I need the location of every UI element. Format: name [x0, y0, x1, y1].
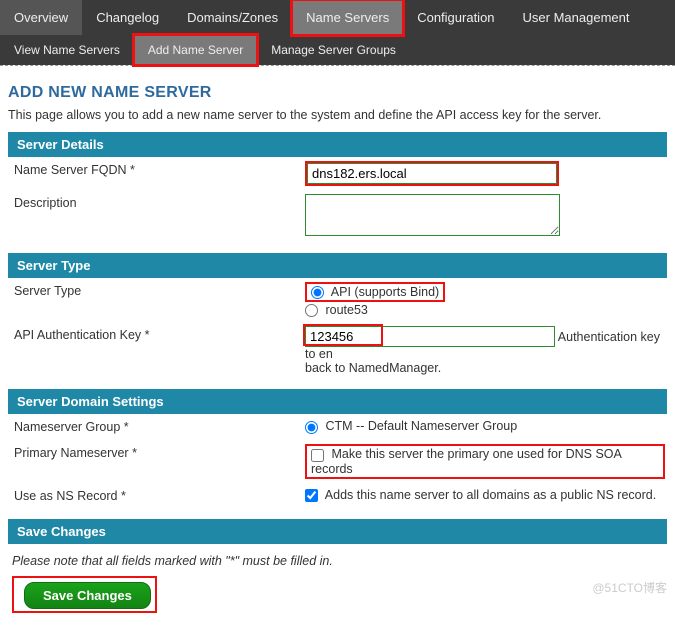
- server-type-api-radio[interactable]: [311, 286, 324, 299]
- server-type-route53-option[interactable]: route53: [305, 302, 665, 318]
- api-key-label: API Authentication Key *: [10, 326, 305, 344]
- primary-ns-option[interactable]: Make this server the primary one used fo…: [311, 446, 621, 476]
- fqdn-label: Name Server FQDN *: [10, 161, 305, 179]
- section-server-details: Server Details: [8, 132, 667, 157]
- nav-domains-zones[interactable]: Domains/Zones: [173, 0, 292, 35]
- description-label: Description: [10, 194, 305, 212]
- nav-overview[interactable]: Overview: [0, 0, 82, 35]
- server-type-route53-radio[interactable]: [305, 304, 318, 317]
- top-nav: Overview Changelog Domains/Zones Name Se…: [0, 0, 675, 65]
- nsgroup-label: Nameserver Group *: [10, 418, 305, 436]
- fqdn-input[interactable]: [307, 163, 557, 184]
- nsgroup-ctm-radio[interactable]: [305, 421, 318, 434]
- nav-primary: Overview Changelog Domains/Zones Name Se…: [0, 0, 675, 35]
- nsgroup-ctm-option[interactable]: CTM -- Default Nameserver Group: [305, 418, 665, 434]
- server-type-api-option[interactable]: API (supports Bind): [307, 284, 443, 300]
- nav-changelog[interactable]: Changelog: [82, 0, 173, 35]
- primary-ns-check-label: Make this server the primary one used fo…: [311, 447, 621, 475]
- subnav-manage-server-groups[interactable]: Manage Server Groups: [257, 35, 410, 65]
- section-server-type: Server Type: [8, 253, 667, 278]
- nsrecord-checkbox[interactable]: [305, 489, 318, 502]
- nsrecord-check-label: Adds this name server to all domains as …: [325, 488, 656, 502]
- description-textarea[interactable]: [305, 194, 560, 236]
- save-changes-button[interactable]: Save Changes: [24, 582, 151, 609]
- api-key-input[interactable]: [305, 326, 555, 347]
- section-domain-settings: Server Domain Settings: [8, 389, 667, 414]
- server-type-api-label: API (supports Bind): [331, 285, 439, 299]
- subnav-view-name-servers[interactable]: View Name Servers: [0, 35, 134, 65]
- nav-configuration[interactable]: Configuration: [403, 0, 508, 35]
- section-save: Save Changes: [8, 519, 667, 544]
- watermark: @51CTO博客: [592, 579, 667, 596]
- nsgroup-ctm-label: CTM -- Default Nameserver Group: [325, 419, 517, 433]
- page-intro: This page allows you to add a new name s…: [8, 108, 667, 122]
- primary-ns-checkbox[interactable]: [311, 449, 324, 462]
- subnav-add-name-server[interactable]: Add Name Server: [134, 35, 257, 65]
- nav-user-management[interactable]: User Management: [509, 0, 644, 35]
- required-note: Please note that all fields marked with …: [8, 544, 667, 576]
- page-title: ADD NEW NAME SERVER: [8, 84, 667, 102]
- page-body: ADD NEW NAME SERVER This page allows you…: [0, 65, 675, 627]
- api-key-hint-below: back to NamedManager.: [305, 361, 665, 375]
- nav-secondary: View Name Servers Add Name Server Manage…: [0, 35, 675, 65]
- server-type-label: Server Type: [10, 282, 305, 300]
- nsrecord-label: Use as NS Record *: [10, 487, 305, 505]
- nsrecord-option[interactable]: Adds this name server to all domains as …: [305, 487, 665, 503]
- primary-ns-label: Primary Nameserver *: [10, 444, 305, 462]
- nav-name-servers[interactable]: Name Servers: [292, 0, 403, 35]
- server-type-route53-label: route53: [325, 303, 367, 317]
